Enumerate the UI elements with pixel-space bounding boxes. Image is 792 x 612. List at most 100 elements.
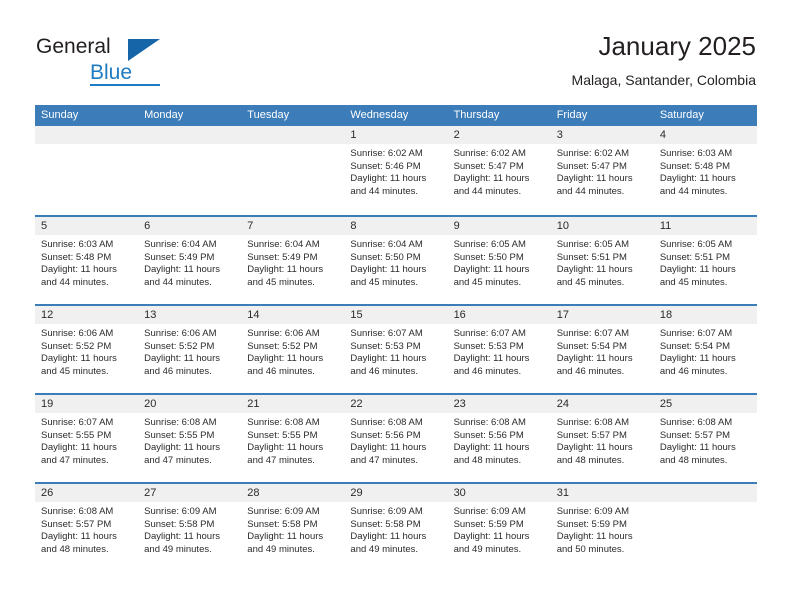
day-daylight-line1: Daylight: 11 hours [350, 531, 427, 543]
day-number: 19 [35, 395, 139, 413]
day-daylight-line2: and 46 minutes. [247, 365, 315, 377]
day-daylight-line1: Daylight: 11 hours [453, 442, 530, 454]
calendar-day-cell[interactable]: 26 Sunrise: 6:08 AM Sunset: 5:57 PM Dayligh… [35, 484, 139, 571]
day-details: Sunrise: 6:08 AM Sunset: 5:57 PM Daylight:… [35, 502, 138, 556]
calendar-day-cell[interactable]: 23 Sunrise: 6:08 AM Sunset: 5:56 PM Dayligh… [447, 395, 551, 482]
day-sunrise: Sunrise: 6:07 AM [659, 328, 733, 339]
day-details: Sunrise: 6:07 AM Sunset: 5:53 PM Daylight:… [344, 324, 447, 378]
calendar-day-cell[interactable]: 14 Sunrise: 6:06 AM Sunset: 5:52 PM Dayligh… [241, 306, 345, 393]
day-daylight-line1: Daylight: 11 hours [659, 353, 736, 365]
calendar-day-cell[interactable]: 27 Sunrise: 6:09 AM Sunset: 5:58 PM Dayligh… [138, 484, 242, 571]
day-daylight-line1: Daylight: 11 hours [144, 353, 221, 365]
calendar-day-cell[interactable]: 28 Sunrise: 6:09 AM Sunset: 5:58 PM Dayligh… [241, 484, 345, 571]
calendar-day-cell[interactable]: 9 Sunrise: 6:05 AM Sunset: 5:50 PM Daylight… [447, 217, 551, 304]
calendar-day-cell[interactable]: 13 Sunrise: 6:06 AM Sunset: 5:52 PM Dayligh… [138, 306, 242, 393]
weekday-header-monday: Monday [144, 109, 184, 121]
weekday-header-saturday: Saturday [659, 109, 704, 121]
weekday-header-thursday: Thursday [453, 109, 500, 121]
day-sunset: Sunset: 5:57 PM [556, 429, 627, 441]
calendar-day-cell[interactable]: 18 Sunrise: 6:07 AM Sunset: 5:54 PM Dayligh… [653, 306, 757, 393]
day-daylight-line2: and 49 minutes. [247, 543, 315, 555]
day-sunset: Sunset: 5:49 PM [144, 251, 215, 263]
day-sunset: Sunset: 5:56 PM [350, 429, 421, 441]
day-details: Sunrise: 6:09 AM Sunset: 5:59 PM Daylight:… [551, 502, 654, 556]
day-sunrise: Sunrise: 6:05 AM [556, 239, 630, 250]
day-number: 1 [344, 126, 448, 144]
calendar-day-cell[interactable]: 8 Sunrise: 6:04 AM Sunset: 5:50 PM Daylight… [344, 217, 448, 304]
day-daylight-line2: and 46 minutes. [556, 365, 625, 377]
calendar-day-cell[interactable]: 1 Sunrise: 6:02 AM Sunset: 5:46 PM Daylight… [344, 126, 448, 215]
day-number: 14 [241, 306, 345, 324]
day-details: Sunrise: 6:08 AM Sunset: 5:55 PM Daylight:… [241, 413, 344, 467]
day-number: 31 [550, 484, 654, 502]
day-sunrise: Sunrise: 6:08 AM [144, 417, 217, 428]
day-sunrise: Sunrise: 6:09 AM [453, 506, 526, 517]
calendar-day-cell[interactable]: 16 Sunrise: 6:07 AM Sunset: 5:53 PM Dayligh… [447, 306, 551, 393]
day-sunset: Sunset: 5:59 PM [453, 518, 524, 530]
weekday-header-tuesday: Tuesday [247, 109, 290, 121]
day-number: 2 [447, 126, 551, 144]
calendar-day-cell[interactable]: 25 Sunrise: 6:08 AM Sunset: 5:57 PM Dayligh… [653, 395, 757, 482]
day-sunset: Sunset: 5:51 PM [659, 251, 731, 263]
day-details: Sunrise: 6:05 AM Sunset: 5:51 PM Daylight:… [551, 235, 654, 289]
day-number: 8 [344, 217, 448, 235]
day-daylight-line2: and 46 minutes. [144, 365, 212, 377]
day-sunset: Sunset: 5:55 PM [41, 429, 112, 441]
day-details: Sunrise: 6:02 AM Sunset: 5:47 PM Daylight:… [448, 144, 551, 198]
page-subtitle: Malaga, Santander, Colombia [571, 72, 756, 88]
day-details: Sunrise: 6:08 AM Sunset: 5:56 PM Daylight:… [448, 413, 551, 467]
day-sunrise: Sunrise: 6:08 AM [659, 417, 733, 428]
calendar-day-cell[interactable]: 17 Sunrise: 6:07 AM Sunset: 5:54 PM Dayligh… [550, 306, 654, 393]
day-number: 7 [241, 217, 345, 235]
calendar-day-cell[interactable]: 15 Sunrise: 6:07 AM Sunset: 5:53 PM Dayligh… [344, 306, 448, 393]
calendar-day-cell[interactable]: 2 Sunrise: 6:02 AM Sunset: 5:47 PM Daylight… [447, 126, 551, 215]
day-daylight-line2: and 48 minutes. [556, 454, 625, 466]
day-details: Sunrise: 6:08 AM Sunset: 5:57 PM Daylight:… [551, 413, 654, 467]
calendar-day-cell[interactable]: 20 Sunrise: 6:08 AM Sunset: 5:55 PM Dayligh… [138, 395, 242, 482]
calendar-day-cell[interactable]: 19 Sunrise: 6:07 AM Sunset: 5:55 PM Dayligh… [35, 395, 139, 482]
day-daylight-line1: Daylight: 11 hours [453, 173, 530, 185]
calendar-week-row: 12 Sunrise: 6:06 AM Sunset: 5:52 PM Dayligh… [35, 304, 757, 393]
day-number: 26 [35, 484, 139, 502]
day-daylight-line1: Daylight: 11 hours [659, 442, 736, 454]
day-details: Sunrise: 6:08 AM Sunset: 5:57 PM Daylight:… [654, 413, 757, 467]
calendar-day-cell[interactable]: 3 Sunrise: 6:02 AM Sunset: 5:47 PM Daylight… [550, 126, 654, 215]
calendar-day-cell[interactable]: 31 Sunrise: 6:09 AM Sunset: 5:59 PM Dayligh… [550, 484, 654, 571]
calendar-day-cell[interactable]: 6 Sunrise: 6:04 AM Sunset: 5:49 PM Daylight… [138, 217, 242, 304]
day-details: Sunrise: 6:06 AM Sunset: 5:52 PM Daylight:… [35, 324, 138, 378]
calendar-day-cell[interactable]: 7 Sunrise: 6:04 AM Sunset: 5:49 PM Daylight… [241, 217, 345, 304]
day-number: 12 [35, 306, 139, 324]
calendar-day-cell[interactable]: 21 Sunrise: 6:08 AM Sunset: 5:55 PM Dayligh… [241, 395, 345, 482]
day-sunset: Sunset: 5:50 PM [453, 251, 524, 263]
calendar-day-cell[interactable]: 29 Sunrise: 6:09 AM Sunset: 5:58 PM Dayligh… [344, 484, 448, 571]
generalblue-logo[interactable]: General Blue [36, 34, 196, 90]
day-details: Sunrise: 6:06 AM Sunset: 5:52 PM Daylight:… [241, 324, 344, 378]
day-daylight-line1: Daylight: 11 hours [350, 264, 427, 276]
day-daylight-line2: and 49 minutes. [453, 543, 522, 555]
calendar-day-cell[interactable]: 11 Sunrise: 6:05 AM Sunset: 5:51 PM Dayligh… [653, 217, 757, 304]
day-daylight-line2: and 47 minutes. [350, 454, 419, 466]
calendar-day-cell[interactable]: 24 Sunrise: 6:08 AM Sunset: 5:57 PM Dayligh… [550, 395, 654, 482]
day-daylight-line1: Daylight: 11 hours [144, 531, 221, 543]
day-daylight-line1: Daylight: 11 hours [350, 353, 427, 365]
calendar-day-cell[interactable]: 12 Sunrise: 6:06 AM Sunset: 5:52 PM Dayligh… [35, 306, 139, 393]
calendar-day-cell[interactable]: 4 Sunrise: 6:03 AM Sunset: 5:48 PM Daylight… [653, 126, 757, 215]
day-number: 6 [138, 217, 242, 235]
day-sunrise: Sunrise: 6:09 AM [556, 506, 630, 517]
calendar-day-cell[interactable]: 30 Sunrise: 6:09 AM Sunset: 5:59 PM Dayligh… [447, 484, 551, 571]
day-daylight-line1: Daylight: 11 hours [556, 442, 633, 454]
day-sunrise: Sunrise: 6:06 AM [41, 328, 114, 339]
day-sunset: Sunset: 5:58 PM [144, 518, 215, 530]
day-sunset: Sunset: 5:52 PM [247, 340, 318, 352]
day-sunrise: Sunrise: 6:06 AM [247, 328, 320, 339]
day-daylight-line2: and 49 minutes. [144, 543, 212, 555]
day-sunset: Sunset: 5:52 PM [144, 340, 215, 352]
day-details: Sunrise: 6:05 AM Sunset: 5:50 PM Daylight:… [448, 235, 551, 289]
day-sunset: Sunset: 5:54 PM [659, 340, 731, 352]
day-number: 22 [344, 395, 448, 413]
day-daylight-line2: and 44 minutes. [453, 185, 522, 197]
day-details: Sunrise: 6:04 AM Sunset: 5:49 PM Daylight:… [138, 235, 241, 289]
calendar-day-cell[interactable]: 22 Sunrise: 6:08 AM Sunset: 5:56 PM Dayligh… [344, 395, 448, 482]
calendar-day-cell[interactable]: 10 Sunrise: 6:05 AM Sunset: 5:51 PM Dayligh… [550, 217, 654, 304]
calendar-day-cell[interactable]: 5 Sunrise: 6:03 AM Sunset: 5:48 PM Daylight… [35, 217, 139, 304]
